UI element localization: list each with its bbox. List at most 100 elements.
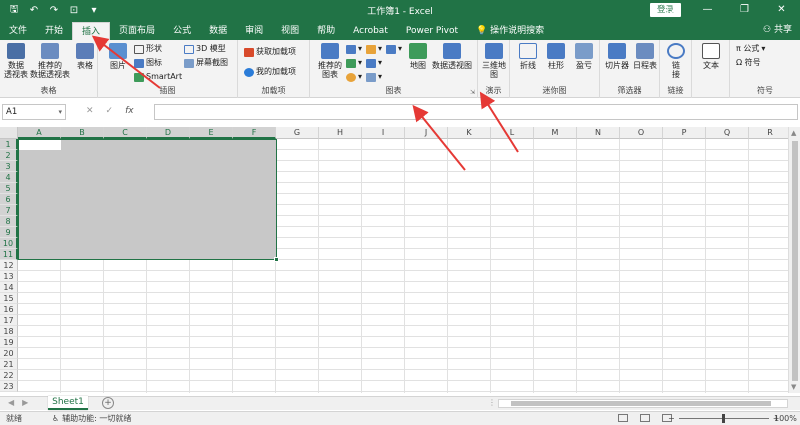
text-button[interactable]: 文本 [698,43,724,70]
worksheet-grid[interactable]: ABCDEFGHIJKLMNOPQR 1 2 3 4 5 6 7 8 9 10 11 12 13 14 15… [0,127,788,393]
column-header[interactable]: E [190,127,233,139]
pivot-chart-button[interactable]: 数据透视图 [430,43,474,70]
row-header[interactable]: 16 [0,304,18,315]
scroll-down-icon[interactable]: ▼ [791,383,796,391]
close-icon[interactable]: ✕ [763,0,800,20]
prev-sheet-icon[interactable]: ◀ [8,398,14,407]
fill-handle[interactable] [274,257,279,262]
active-cell[interactable] [19,140,61,150]
row-header[interactable]: 6 [0,194,18,205]
column-header[interactable]: I [362,127,405,139]
zoom-knob[interactable] [721,414,725,423]
shapes-button[interactable]: 形状 [134,43,162,55]
equation-button[interactable]: π 公式 ▾ [736,43,765,55]
zoom-level[interactable]: 100% [774,412,797,425]
tab-split-handle[interactable]: ⋮ [488,398,496,407]
column-header[interactable]: J [405,127,448,139]
slicer-button[interactable]: 切片器 [604,43,630,70]
smartart-button[interactable]: SmartArt [134,71,182,83]
recommended-charts-button[interactable]: 推荐的 图表 [316,43,344,79]
select-all-corner[interactable] [0,127,18,139]
tab-power-pivot[interactable]: Power Pivot [397,22,467,40]
row-header[interactable]: 5 [0,183,18,194]
waterfall-chart-button[interactable]: ▾ [366,57,382,69]
normal-view-icon[interactable] [618,414,628,422]
zoom-track[interactable] [678,414,769,423]
row-header[interactable]: 9 [0,227,18,238]
line-chart-button[interactable]: ▾ [346,57,362,69]
column-header[interactable]: Q [706,127,749,139]
pie-chart-button[interactable]: ▾ [346,71,362,83]
enter-icon[interactable]: ✓ [106,106,114,116]
row-header[interactable]: 19 [0,337,18,348]
name-box[interactable]: A1 ▾ [2,104,66,120]
scroll-up-icon[interactable]: ▲ [791,129,796,137]
pivot-table-button[interactable]: 数据 透视表 [4,43,28,79]
symbol-button[interactable]: Ω 符号 [736,57,761,69]
column-header[interactable]: A [18,127,61,139]
row-header[interactable]: 18 [0,326,18,337]
tab-data[interactable]: 数据 [200,22,236,40]
3d-model-button[interactable]: 3D 模型 [184,43,226,55]
screenshot-button[interactable]: 屏幕截图 [184,57,228,69]
add-sheet-icon[interactable]: + [102,397,114,409]
row-header[interactable]: 15 [0,293,18,304]
column-header[interactable]: F [233,127,276,139]
insert-function-icon[interactable]: fx [125,106,134,116]
row-header[interactable]: 11 [0,249,18,260]
my-addins-button[interactable]: 我的加载项 [244,66,296,78]
map-button[interactable]: 地图 [406,43,430,70]
row-header[interactable]: 17 [0,315,18,326]
row-header[interactable]: 22 [0,370,18,381]
save-icon[interactable]: 🖫 [8,2,20,19]
row-header[interactable]: 12 [0,260,18,271]
column-header[interactable]: M [534,127,577,139]
undo-icon[interactable]: ↶ [28,5,40,16]
maximize-icon[interactable]: ❐ [726,0,763,20]
next-sheet-icon[interactable]: ▶ [22,398,28,407]
column-header[interactable]: N [577,127,620,139]
row-header[interactable]: 10 [0,238,18,249]
tell-me-search[interactable]: 💡 操作说明搜索 [467,22,553,40]
chevron-down-icon[interactable]: ▾ [58,105,62,119]
page-layout-view-icon[interactable] [640,414,650,422]
share-button[interactable]: ⚇ 共享 [763,22,792,38]
tab-file[interactable]: 文件 [0,22,36,40]
column-header[interactable]: K [448,127,491,139]
row-header[interactable]: 1 [0,139,18,150]
sheet-tab[interactable]: Sheet1 [48,396,88,410]
row-header[interactable]: 3 [0,161,18,172]
vertical-scroll-thumb[interactable] [792,141,798,381]
tab-view[interactable]: 视图 [272,22,308,40]
formula-input[interactable] [154,104,798,120]
table-button[interactable]: 表格 [74,43,96,70]
customize-icon[interactable]: ▾ [88,5,100,16]
accessibility-status[interactable]: ♿ 辅助功能: 一切就绪 [52,412,131,425]
icons-button[interactable]: 图标 [134,57,162,69]
tab-formulas[interactable]: 公式 [164,22,200,40]
ribbon-display-icon[interactable]: ⊟ [652,0,689,20]
selected-range[interactable] [18,139,277,260]
tab-review[interactable]: 审阅 [236,22,272,40]
sparkline-winloss-button[interactable]: 盈亏 [572,43,596,70]
column-header[interactable]: B [61,127,104,139]
row-header[interactable]: 2 [0,150,18,161]
3d-map-button[interactable]: 三维地 图 [480,43,508,79]
sparkline-line-button[interactable]: 折线 [516,43,540,70]
tab-insert[interactable]: 插入 [72,22,111,40]
tab-help[interactable]: 帮助 [308,22,344,40]
timeline-button[interactable]: 日程表 [632,43,658,70]
column-header[interactable]: O [620,127,663,139]
column-header[interactable]: D [147,127,190,139]
column-chart-button[interactable]: ▾ [346,43,362,55]
recommended-pivot-button[interactable]: 推荐的 数据透视表 [30,43,70,79]
minimize-icon[interactable]: — [689,0,726,20]
column-header[interactable]: L [491,127,534,139]
hierarchy-chart-button[interactable]: ▾ [366,43,382,55]
tab-acrobat[interactable]: Acrobat [344,22,397,40]
tab-home[interactable]: 开始 [36,22,72,40]
row-header[interactable]: 21 [0,359,18,370]
row-header[interactable]: 14 [0,282,18,293]
touch-mode-icon[interactable]: ⊡ [68,5,80,16]
sparkline-column-button[interactable]: 柱形 [544,43,568,70]
